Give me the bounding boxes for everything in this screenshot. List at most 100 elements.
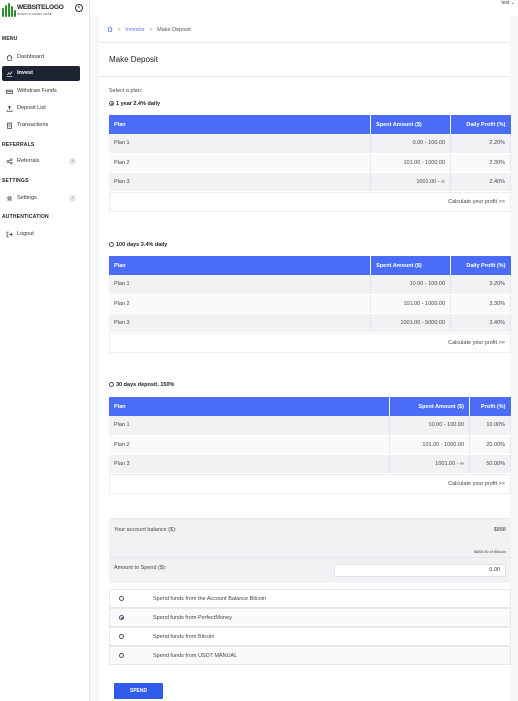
sidebar-item-label: Invest <box>17 70 33 76</box>
sidebar-item-logout[interactable]: Logout <box>2 227 80 242</box>
breadcrumb-separator: > <box>149 27 153 33</box>
sidebar-item-label: Deposit List <box>17 105 46 111</box>
plan-radio[interactable] <box>109 382 114 387</box>
calculate-profit-link[interactable]: Calculate your profit >> <box>448 481 505 487</box>
breadcrumb: > Investor > Make Deposit <box>107 26 191 33</box>
sidebar-item-label: Transactions <box>17 122 49 128</box>
payment-radio[interactable] <box>119 615 124 620</box>
table-header-amount: Spent Amount ($) <box>370 115 452 134</box>
home-icon[interactable] <box>107 26 113 32</box>
breadcrumb-investor-link[interactable]: Investor <box>125 27 145 33</box>
cell-plan: Plan 1 <box>109 275 372 295</box>
calculate-profit-row: Calculate your profit >> <box>109 333 511 353</box>
gear-icon <box>6 195 13 202</box>
cell-amount: 101.00 - 1000.00 <box>370 153 452 173</box>
breadcrumb-current: Make Deposit <box>157 27 191 33</box>
sidebar-item-invest[interactable]: Invest <box>2 66 80 81</box>
sidebar-item-label: Withdraw Funds <box>17 88 57 94</box>
upload-icon <box>6 105 13 112</box>
account-balance-note: $888.00 of Bitcoin <box>473 549 506 554</box>
cell-amount: 0.00 - 100.00 <box>370 134 452 154</box>
cell-plan: Plan 3 <box>109 313 372 333</box>
cell-amount: 101.00 - 1000.00 <box>389 435 470 455</box>
payment-option-label: Spend funds from the Account Balance Bit… <box>153 596 267 602</box>
authentication-section-label: AUTHENTICATION <box>2 214 49 220</box>
payment-option[interactable]: Spend funds from Bitcoin <box>109 627 511 646</box>
chevron-right-icon: › <box>69 195 76 202</box>
cell-amount: 10.00 - 100.00 <box>389 416 470 436</box>
top-bar: test ⌄ <box>90 0 518 16</box>
table-header-plan: Plan <box>109 256 372 275</box>
payment-option[interactable]: Spend funds from PerfectMoney <box>109 608 511 627</box>
sidebar-item-deposit-list[interactable]: Deposit List <box>2 101 80 116</box>
table-row: Plan 2 101.00 - 1000.00 2.30% <box>109 153 511 173</box>
plan-radio[interactable] <box>109 101 114 106</box>
site-logo[interactable]: WEBSITELOGO INVEST & MONEY MAKE <box>2 3 64 17</box>
breadcrumb-separator: > <box>117 27 121 33</box>
page-title: Make Deposit <box>109 55 158 64</box>
calculate-profit-row: Calculate your profit >> <box>109 192 511 212</box>
account-balance-label: Your account balance ($): <box>114 527 177 533</box>
payment-option[interactable]: Spend funds from the Account Balance Bit… <box>109 589 511 608</box>
cell-profit: 20.00% <box>469 435 511 455</box>
cell-amount: 1001.00 - ∞ <box>389 454 470 474</box>
plan-radio[interactable] <box>109 242 114 247</box>
cell-profit: 2.40% <box>450 172 511 192</box>
plan-option-2[interactable]: 100 days 3.4% daily <box>109 242 167 248</box>
calculate-profit-link[interactable]: Calculate your profit >> <box>448 340 505 346</box>
cell-amount: 10.00 - 100.00 <box>370 275 452 295</box>
spend-button[interactable]: SPEND <box>114 683 163 699</box>
logout-icon <box>6 231 13 238</box>
cell-plan: Plan 1 <box>109 134 372 154</box>
table-row: Plan 3 1001.00 - ∞ 2.40% <box>109 172 511 192</box>
cell-amount: 1001.00 - ∞ <box>370 172 452 192</box>
cell-plan: Plan 2 <box>109 153 372 173</box>
sidebar-item-referrals[interactable]: Referrals › <box>2 154 80 169</box>
table-row: Plan 3 1001.00 - ∞ 50.00% <box>109 454 511 474</box>
payment-option-label: Spend funds from Bitcoin <box>153 634 215 640</box>
chevron-right-icon: › <box>69 158 76 165</box>
table-header-row: Plan Spent Amount ($) Daily Profit (%) <box>109 256 511 275</box>
cell-profit: 50.00% <box>469 454 511 474</box>
account-balance-value: $888 <box>493 527 506 533</box>
share-icon <box>6 158 13 165</box>
cell-plan: Plan 3 <box>109 172 372 192</box>
cell-profit: 3.40% <box>450 313 511 333</box>
logo-tagline: INVEST & MONEY MAKE <box>17 12 52 16</box>
payment-option[interactable]: Spend funds from USDT MANUAL <box>109 646 511 665</box>
close-sidebar-icon[interactable]: × <box>75 4 83 12</box>
table-row: Plan 1 10.00 - 100.00 10.00% <box>109 416 511 436</box>
cell-profit: 2.20% <box>450 134 511 154</box>
table-header-profit: Profit (%) <box>469 397 511 416</box>
sidebar-item-transactions[interactable]: Transactions <box>2 118 80 133</box>
sidebar-item-dashboard[interactable]: Dashboard <box>2 50 80 65</box>
payment-radio[interactable] <box>119 634 124 639</box>
plan-table-1: Plan Spent Amount ($) Daily Profit (%) P… <box>109 115 511 192</box>
select-plan-label: Select a plan: <box>109 88 143 94</box>
sidebar-item-label: Referrals <box>17 158 40 164</box>
chart-icon <box>6 71 13 77</box>
plan-option-1[interactable]: 1 year 2.4% daily <box>109 101 160 107</box>
cell-plan: Plan 3 <box>109 454 391 474</box>
table-header-profit: Daily Profit (%) <box>450 256 511 275</box>
sidebar-item-label: Dashboard <box>17 54 44 60</box>
cell-profit: 10.00% <box>469 416 511 436</box>
plan-title: 1 year 2.4% daily <box>116 101 161 107</box>
divider <box>99 76 510 77</box>
sidebar-item-withdraw-funds[interactable]: Withdraw Funds <box>2 84 80 99</box>
calculate-profit-row: Calculate your profit >> <box>109 474 511 494</box>
plan-option-3[interactable]: 30 days deposit, 150% <box>109 382 174 388</box>
payment-radio[interactable] <box>119 653 124 658</box>
chevron-down-icon: ⌄ <box>510 0 515 6</box>
plan-title: 30 days deposit, 150% <box>116 382 175 388</box>
payment-radio[interactable] <box>119 596 124 601</box>
plan-table-3: Plan Spent Amount ($) Profit (%) Plan 11… <box>109 397 511 474</box>
table-header-row: Plan Spent Amount ($) Daily Profit (%) <box>109 115 511 134</box>
amount-to-spend-label: Amount to Spend ($): <box>114 565 167 571</box>
calculate-profit-link[interactable]: Calculate your profit >> <box>448 199 505 205</box>
main-content: > Investor > Make Deposit Make Deposit S… <box>90 16 518 701</box>
sidebar-item-settings[interactable]: Settings › <box>2 191 80 206</box>
amount-to-spend-input[interactable]: 0.00 <box>334 564 506 577</box>
table-header-profit: Daily Profit (%) <box>450 115 511 134</box>
user-menu[interactable]: test ⌄ <box>501 0 515 6</box>
